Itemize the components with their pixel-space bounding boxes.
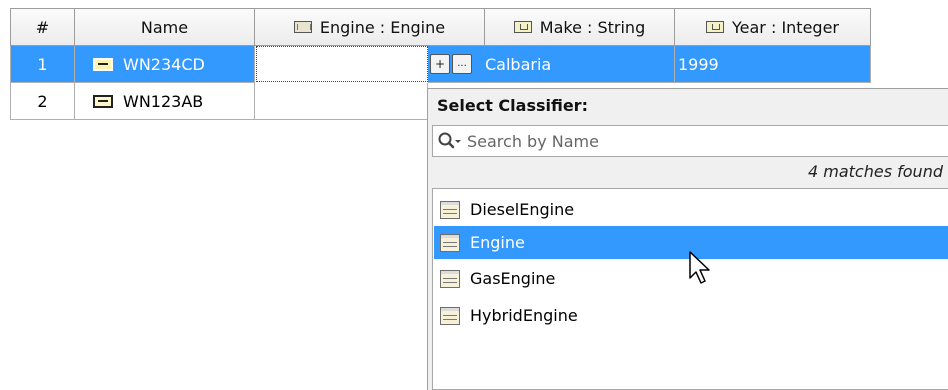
column-header-label: Year : Integer	[732, 17, 839, 37]
column-header-engine[interactable]: Engine : Engine	[255, 8, 485, 46]
row-index: 1	[37, 54, 48, 74]
class-icon	[440, 200, 460, 219]
matches-count: 4 matches found	[808, 162, 943, 181]
magnifier-dropdown-icon[interactable]	[437, 131, 463, 151]
search-input[interactable]	[463, 131, 937, 151]
engine-value-editor[interactable]	[256, 46, 428, 82]
class-icon	[440, 306, 460, 325]
list-item-label: DieselEngine	[470, 200, 575, 219]
row-name: WN234CD	[123, 54, 205, 74]
column-header-index[interactable]: #	[10, 8, 75, 46]
mouse-pointer-icon	[689, 251, 710, 284]
list-item-label: Engine	[470, 233, 525, 252]
table-row-name-cell[interactable]: WN123AB	[75, 83, 255, 120]
classifier-list[interactable]: DieselEngine Engine GasEngine HybridEngi…	[432, 188, 948, 390]
column-header-label: Engine : Engine	[319, 17, 446, 37]
column-header-make[interactable]: Make : String	[485, 8, 675, 46]
column-header-year[interactable]: Year : Integer	[675, 8, 871, 46]
instance-icon	[93, 57, 113, 71]
datatype-icon	[706, 21, 724, 33]
table-row-index-cell[interactable]: 1	[10, 46, 75, 83]
table-row-year-cell[interactable]: 1999	[675, 46, 871, 83]
row-name: WN123AB	[123, 91, 204, 111]
table-row-index-cell[interactable]: 2	[10, 83, 75, 120]
class-icon	[440, 269, 460, 288]
column-header-name[interactable]: Name	[75, 8, 255, 46]
engine-editor-buttons: + ...	[428, 46, 485, 83]
table-row-name-cell[interactable]: WN234CD	[75, 46, 255, 83]
more-button[interactable]: ...	[452, 54, 472, 74]
classifier-icon	[293, 21, 312, 33]
list-item-label: GasEngine	[470, 269, 556, 288]
row-index: 2	[37, 91, 48, 111]
list-item-label: HybridEngine	[470, 306, 578, 325]
row-year: 1999	[678, 54, 719, 74]
column-header-label: #	[35, 17, 50, 37]
add-icon[interactable]: +	[430, 54, 450, 74]
column-header-label: Name	[140, 17, 189, 37]
row-make: Calbaria	[485, 54, 552, 74]
instance-icon	[93, 94, 113, 108]
table-row-engine-cell[interactable]	[255, 83, 428, 120]
datatype-icon	[513, 21, 532, 33]
list-item[interactable]: DieselEngine	[434, 193, 948, 226]
search-box[interactable]	[432, 125, 948, 157]
table-row-make-cell[interactable]: Calbaria	[485, 46, 675, 83]
class-icon	[440, 233, 460, 252]
list-item[interactable]: HybridEngine	[434, 299, 948, 332]
column-header-label: Make : String	[539, 17, 646, 37]
popup-title: Select Classifier:	[437, 96, 588, 115]
